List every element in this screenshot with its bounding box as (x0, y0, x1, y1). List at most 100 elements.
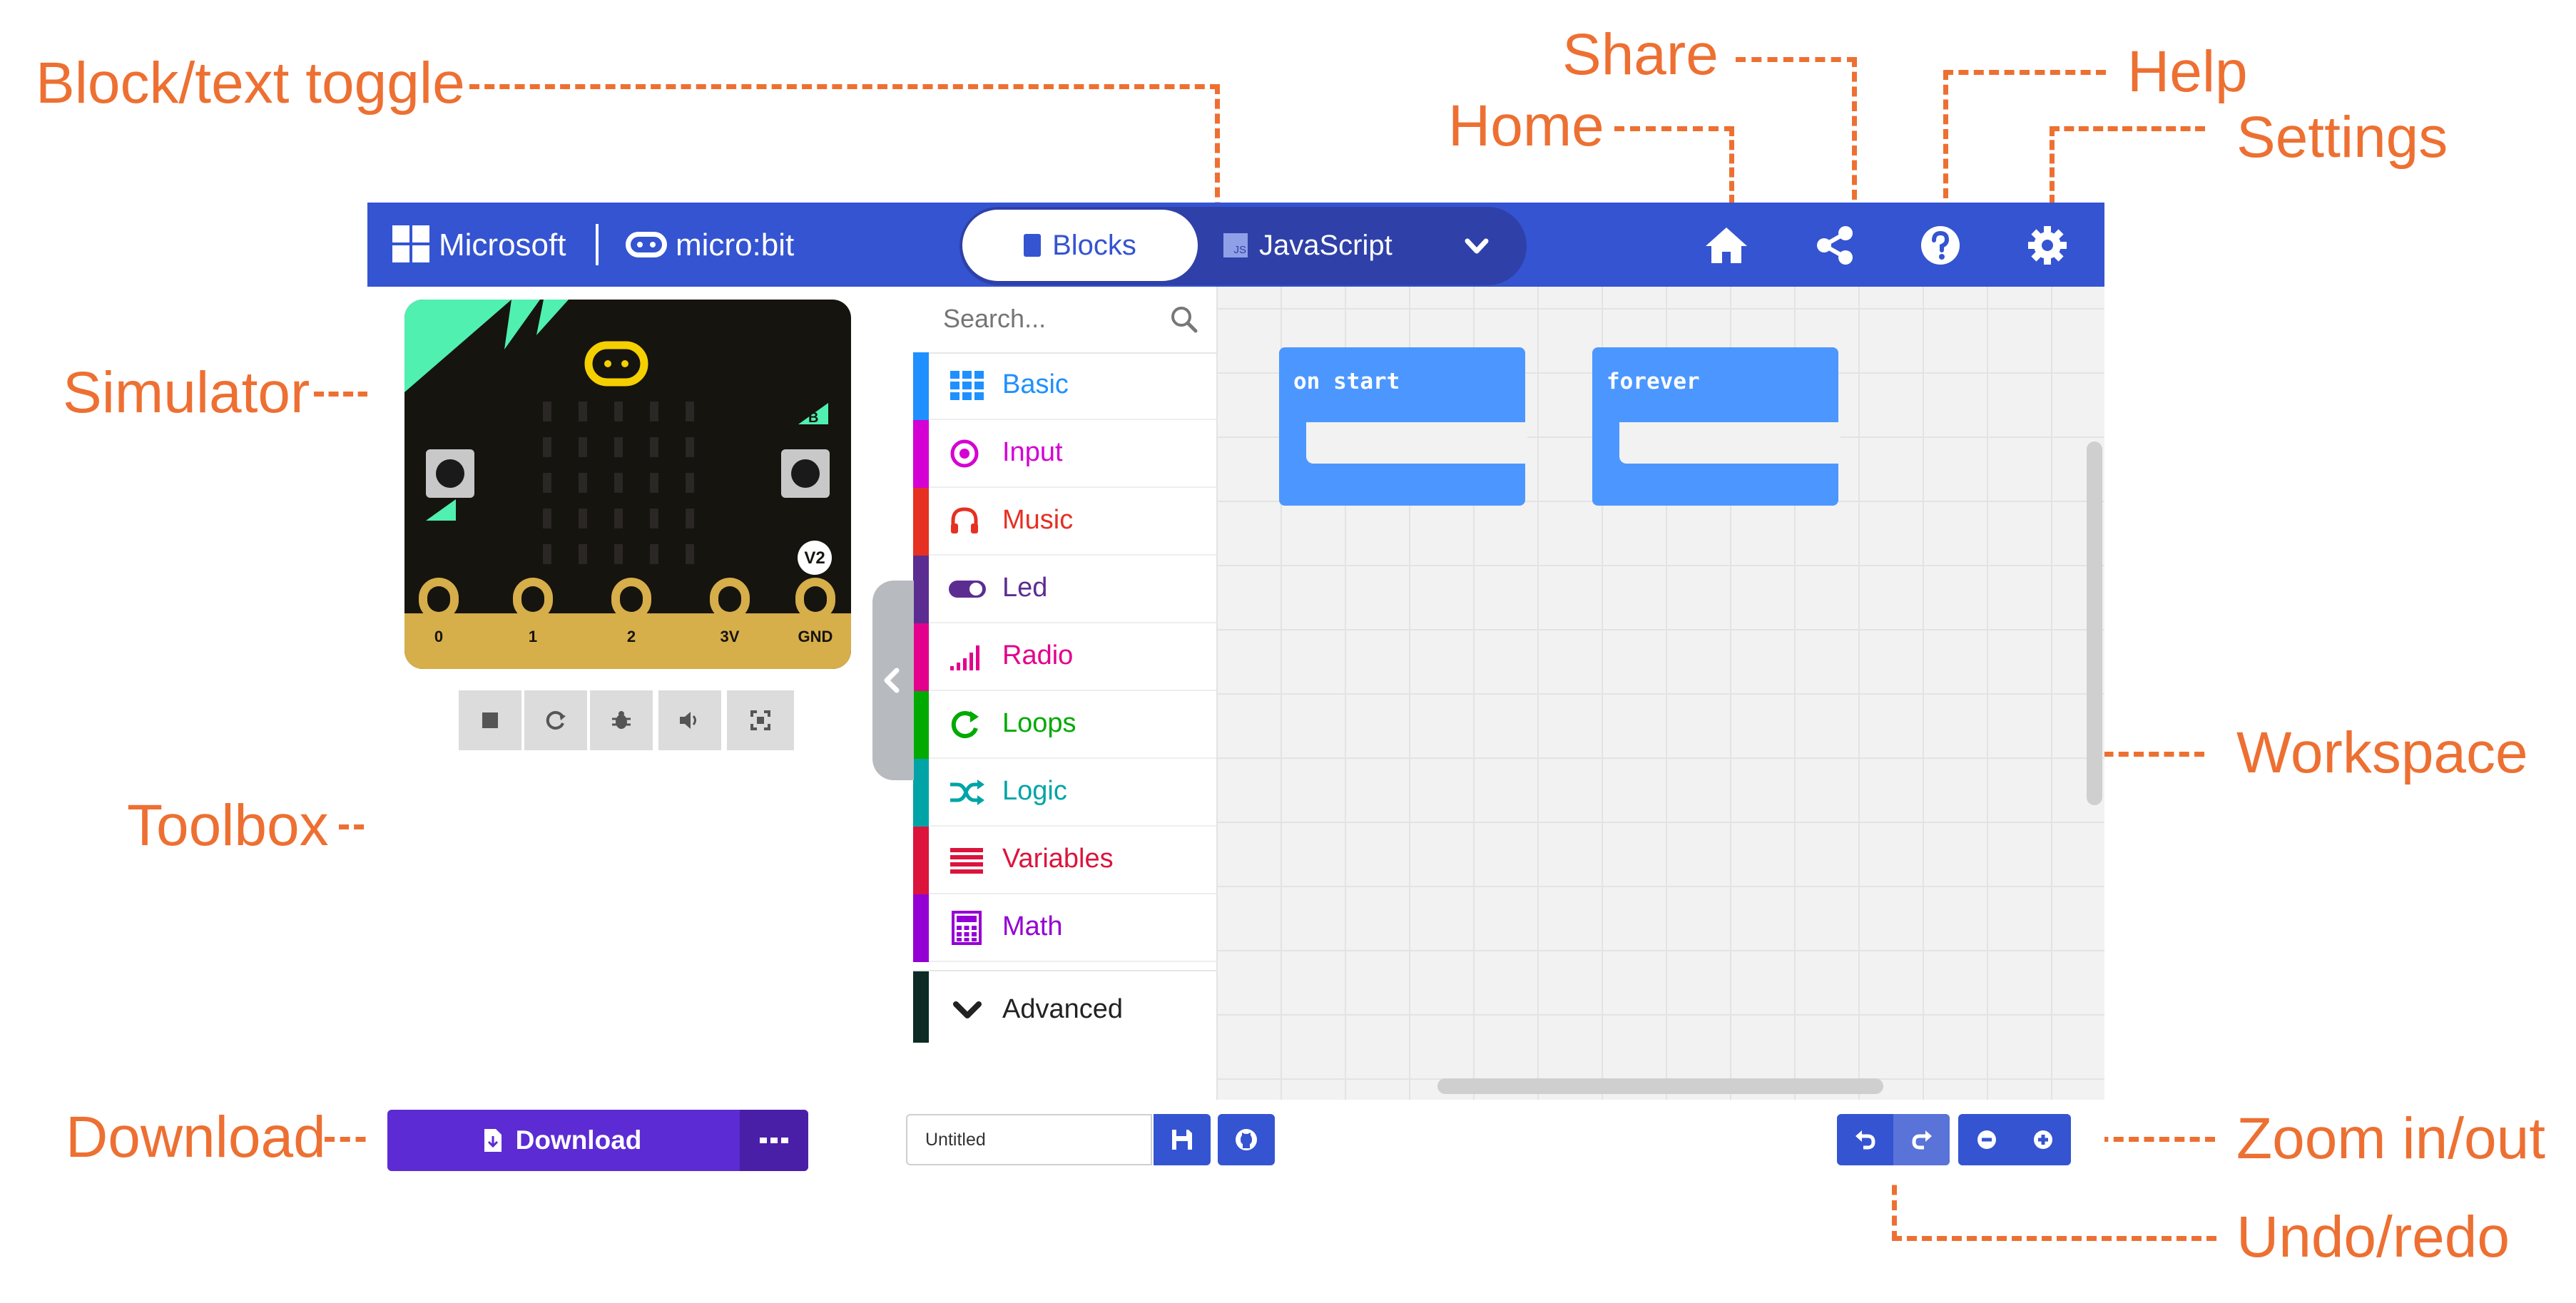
redo-icon (1911, 1130, 1932, 1150)
undo-redo-group (1837, 1114, 1950, 1165)
share-icon[interactable] (1810, 220, 1860, 270)
category-loops[interactable]: Loops (913, 691, 1216, 759)
zoom-out-button[interactable] (1958, 1114, 2015, 1165)
stop-button[interactable] (459, 690, 521, 750)
block-on-start[interactable]: on start (1279, 347, 1527, 506)
home-icon[interactable] (1701, 220, 1751, 270)
category-variables[interactable]: Variables (913, 827, 1216, 894)
annotation-undo-redo: Undo/redo (2236, 1205, 2510, 1269)
annotation-toolbox: Toolbox (127, 793, 329, 858)
undo-button[interactable] (1837, 1114, 1893, 1165)
github-icon (1236, 1129, 1257, 1150)
category-bar (913, 759, 929, 827)
simulator-controls (459, 690, 794, 750)
settings-leader-h (2050, 126, 2205, 131)
tab-javascript-label: JavaScript (1259, 229, 1393, 261)
grid-icon (950, 371, 984, 400)
annotation-simulator: Simulator (63, 360, 310, 425)
category-bar (913, 691, 929, 759)
top-bar: Microsoft micro:bit Blocks JS JavaScript (367, 203, 2104, 287)
category-label: Music (1002, 505, 1074, 535)
version-badge: V2 (804, 548, 825, 568)
category-label: Input (1002, 437, 1063, 467)
toolbox-search (913, 287, 1216, 354)
collapse-simulator-handle[interactable] (872, 581, 914, 780)
search-input[interactable] (942, 301, 1159, 337)
brand-microbit[interactable]: micro:bit (676, 228, 794, 263)
category-music[interactable]: Music (913, 488, 1216, 556)
target-icon (950, 439, 979, 468)
button-a-label: A (447, 526, 457, 541)
chevron-left-icon (884, 668, 900, 693)
category-radio[interactable]: Radio (913, 623, 1216, 691)
javascript-icon: JS (1223, 233, 1248, 257)
help-icon[interactable] (1915, 220, 1965, 270)
mute-button[interactable] (658, 690, 721, 750)
workspace-vertical-scrollbar[interactable] (2087, 441, 2102, 805)
zoom-in-icon (2033, 1130, 2052, 1149)
calculator-icon (952, 911, 982, 945)
category-bar (913, 623, 929, 691)
pin-gnd-label: GND (798, 628, 833, 645)
toggle-leader-h (469, 84, 1220, 89)
category-input[interactable]: Input (913, 420, 1216, 488)
chevron-down-icon[interactable] (1459, 228, 1495, 264)
debug-button[interactable] (590, 690, 653, 750)
zoom-in-button[interactable] (2015, 1114, 2071, 1165)
speaker-icon (680, 712, 696, 729)
simulator: 0 1 2 3V GND A B V2 (404, 300, 851, 669)
category-bar (913, 420, 929, 488)
undo-icon (1855, 1130, 1875, 1150)
category-logic[interactable]: Logic (913, 759, 1216, 827)
help-leader-h (1943, 70, 2106, 75)
chevron-down-icon (953, 1001, 982, 1018)
category-bar (913, 556, 929, 623)
refresh-icon (546, 711, 566, 730)
category-label: Variables (1002, 844, 1114, 874)
block-slot (1306, 422, 1527, 464)
share-leader-v (1852, 57, 1857, 200)
stop-icon (482, 712, 498, 728)
github-button[interactable] (1218, 1114, 1275, 1165)
headphones-icon (951, 507, 978, 533)
annotation-share: Share (1562, 22, 1719, 87)
microbit-logo-icon (626, 232, 667, 257)
share-leader-h (1736, 57, 1857, 62)
category-advanced[interactable]: Advanced (913, 970, 1216, 1048)
category-label: Basic (1002, 369, 1069, 399)
download-more-button[interactable] (740, 1110, 808, 1171)
toggle-icon (949, 581, 986, 598)
save-button[interactable] (1154, 1114, 1211, 1165)
save-icon (1172, 1130, 1192, 1150)
redo-button[interactable] (1893, 1114, 1950, 1165)
category-math[interactable]: Math (913, 894, 1216, 962)
block-text-toggle: Blocks JS JavaScript (959, 207, 1527, 285)
category-bar (913, 971, 929, 1043)
block-forever[interactable]: forever (1592, 347, 1841, 506)
annotation-home: Home (1448, 93, 1604, 158)
category-bar (913, 894, 929, 962)
bug-icon (612, 711, 631, 729)
home-leader-h (1614, 126, 1734, 131)
category-label: Loops (1002, 708, 1076, 738)
project-name-input[interactable] (906, 1114, 1152, 1165)
settings-gear-icon[interactable] (2022, 220, 2072, 270)
pin-3v-label: 3V (721, 628, 740, 645)
restart-button[interactable] (524, 690, 587, 750)
annotation-download: Download (66, 1105, 326, 1170)
tab-blocks[interactable]: Blocks (962, 210, 1198, 281)
workspace-horizontal-scrollbar[interactable] (1437, 1078, 1883, 1094)
category-led[interactable]: Led (913, 556, 1216, 623)
loop-arrow-icon (951, 711, 979, 739)
download-label: Download (515, 1125, 642, 1155)
pin-2-label: 2 (627, 628, 636, 645)
category-label: Math (1002, 911, 1063, 941)
annotation-block-text-toggle: Block/text toggle (36, 51, 465, 116)
makecode-editor: Microsoft micro:bit Blocks JS JavaScript (367, 203, 2104, 1183)
search-icon[interactable] (1169, 304, 1200, 335)
category-basic[interactable]: Basic (913, 352, 1216, 420)
fullscreen-button[interactable] (727, 690, 794, 750)
workspace[interactable]: on start forever (1216, 287, 2104, 1100)
tab-javascript[interactable]: JS JavaScript (1216, 210, 1437, 281)
category-label: Led (1002, 573, 1048, 603)
